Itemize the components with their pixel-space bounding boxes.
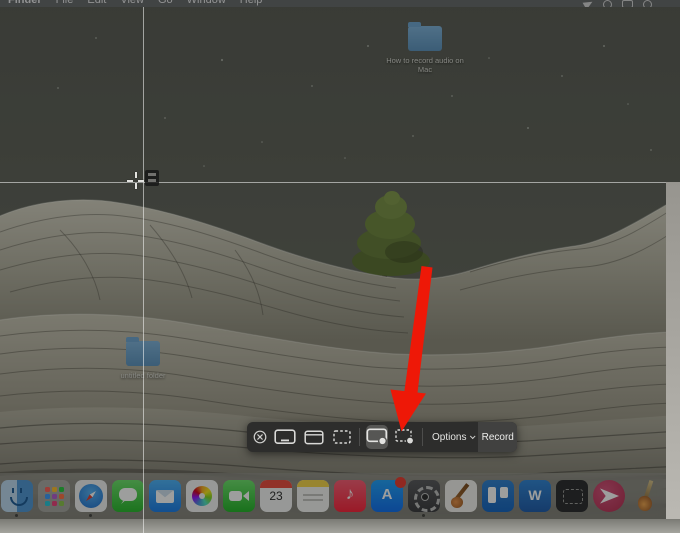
chevron-down-icon [470,433,476,439]
options-label: Options [432,432,466,443]
options-button[interactable]: Options [428,432,478,443]
selection-guide-horizontal [0,182,666,183]
capture-toolbar: Options Record [247,422,517,452]
screen-dim-overlay [0,0,680,533]
toolbar-divider [422,428,423,446]
record-button[interactable]: Record [478,422,517,452]
close-icon[interactable] [253,430,267,444]
record-label: Record [482,432,514,443]
record-selected-portion-icon[interactable] [395,429,415,445]
edge-strip-bottom [0,519,680,533]
record-entire-screen-icon[interactable] [366,425,388,449]
macos-screen: How to record audio on Mac untitled fold… [0,0,680,533]
capture-entire-screen-icon[interactable] [274,429,296,445]
crosshair-cursor [127,172,144,189]
edge-strip-right [666,182,680,533]
toolbar-divider [359,428,360,446]
capture-selected-window-icon[interactable] [304,430,324,445]
selection-guide-vertical [143,7,144,533]
capture-selected-portion-icon[interactable] [333,430,351,444]
coordinate-readout [145,170,159,186]
